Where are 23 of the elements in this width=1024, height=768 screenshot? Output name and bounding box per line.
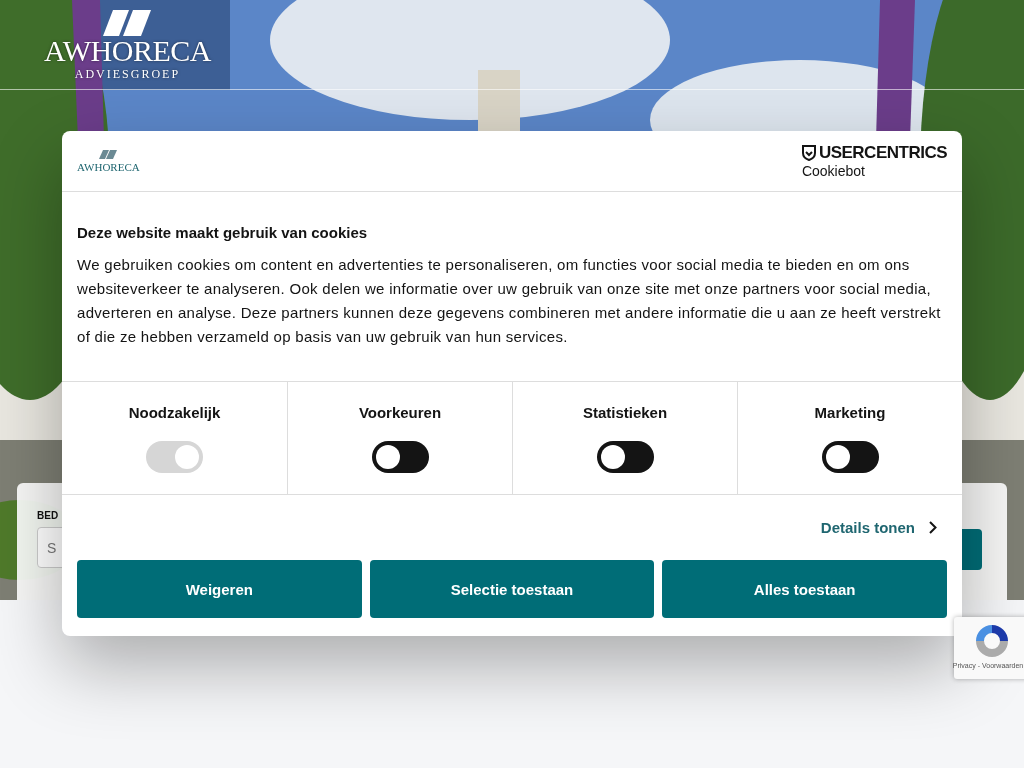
provider-product: Cookiebot bbox=[801, 163, 866, 179]
logo-mark-icon bbox=[103, 10, 152, 36]
details-link[interactable]: Details tonen bbox=[820, 519, 937, 536]
chevron-right-icon bbox=[929, 521, 937, 534]
consent-button[interactable]: Selectie toestaan bbox=[369, 560, 655, 618]
consent-button[interactable]: Weigeren bbox=[77, 560, 362, 618]
dialog-title: Deze website maakt gebruik van cookies bbox=[77, 224, 369, 241]
logo-mark-icon bbox=[99, 149, 118, 159]
provider-name: USERCENTRICS bbox=[818, 143, 947, 163]
category-label: Statistieken bbox=[582, 403, 668, 421]
consent-button[interactable]: Alles toestaan bbox=[662, 560, 947, 618]
logo-tagline: ADVIESGROEP bbox=[74, 67, 181, 82]
recaptcha-icon bbox=[974, 623, 1010, 659]
category-label: Noodzakelijk bbox=[128, 403, 221, 421]
category-label: Marketing bbox=[814, 403, 886, 421]
category-toggle[interactable] bbox=[371, 440, 429, 473]
site-logo: AWHORECA bbox=[77, 160, 140, 173]
shield-icon bbox=[801, 145, 816, 161]
dialog-text: We gebruiken cookies om content en advertenties te personaliseren, om functies voor social media te bieden en om ons websiteverkeer te analyseren. Ook delen we informatie over uw gebruik van onze site met onze partners voor social media, adverteren en analyse. Deze partners kunnen deze gegevens combineren met andere informatie die u aan ze heeft verstrekt of die ze hebben verzameld op basis van uw gebruik van hun services. bbox=[77, 255, 942, 347]
category-label: Voorkeuren bbox=[358, 403, 442, 421]
category-toggle[interactable] bbox=[821, 440, 879, 473]
field-label: BED bbox=[37, 510, 60, 521]
category-toggle[interactable] bbox=[596, 440, 654, 473]
